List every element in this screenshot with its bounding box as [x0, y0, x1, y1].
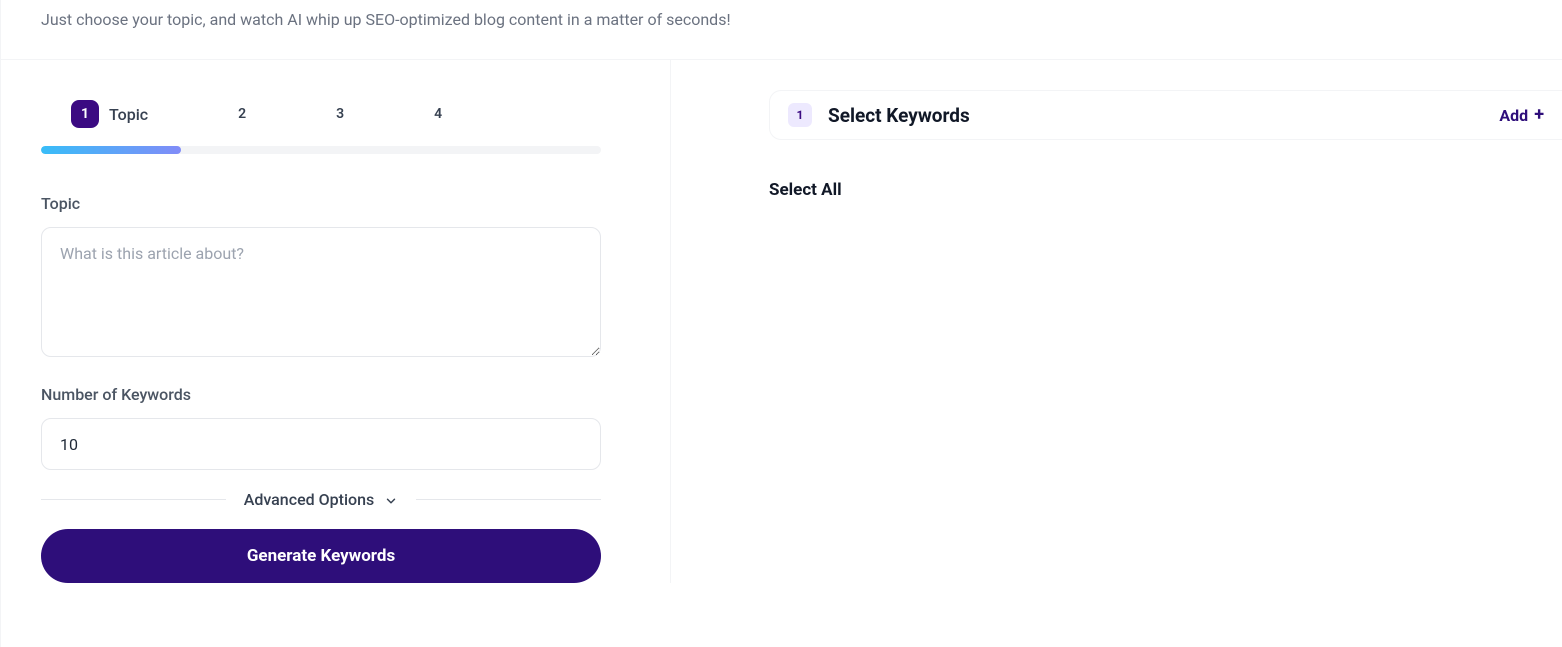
- keywords-title: Select Keywords: [828, 104, 970, 127]
- add-keyword-button[interactable]: Add +: [1499, 106, 1544, 125]
- divider-left: [41, 499, 226, 500]
- keywords-header: 1 Select Keywords Add +: [769, 90, 1562, 140]
- progress-bar: [41, 146, 601, 154]
- select-all-button[interactable]: Select All: [769, 180, 842, 200]
- chevron-down-icon: [384, 493, 398, 507]
- step-4[interactable]: 4: [434, 100, 442, 128]
- num-keywords-input[interactable]: [41, 418, 601, 470]
- intro-text: Just choose your topic, and watch AI whi…: [1, 0, 1562, 60]
- progress-fill: [41, 146, 181, 154]
- step-1-num: 1: [71, 100, 99, 128]
- step-1[interactable]: 1 Topic: [71, 100, 148, 128]
- plus-icon: +: [1534, 106, 1544, 124]
- right-panel: 1 Select Keywords Add + Select All: [671, 60, 1562, 583]
- keywords-step-badge: 1: [788, 103, 812, 127]
- divider-right: [416, 499, 601, 500]
- step-3-num: 3: [336, 100, 344, 128]
- step-3[interactable]: 3: [336, 100, 344, 128]
- num-keywords-label: Number of Keywords: [41, 385, 630, 404]
- add-label: Add: [1499, 106, 1528, 125]
- step-1-label: Topic: [109, 105, 148, 124]
- stepper: 1 Topic 2 3 4: [41, 100, 630, 128]
- topic-label: Topic: [41, 194, 630, 213]
- generate-keywords-button[interactable]: Generate Keywords: [41, 529, 601, 583]
- advanced-options-label: Advanced Options: [244, 490, 375, 509]
- step-2-num: 2: [238, 100, 246, 128]
- step-2[interactable]: 2: [238, 100, 246, 128]
- left-panel: 1 Topic 2 3 4 Topic Number of Keywords: [1, 60, 671, 583]
- topic-input[interactable]: [41, 227, 601, 357]
- step-4-num: 4: [434, 100, 442, 128]
- advanced-options-toggle[interactable]: Advanced Options: [226, 490, 417, 509]
